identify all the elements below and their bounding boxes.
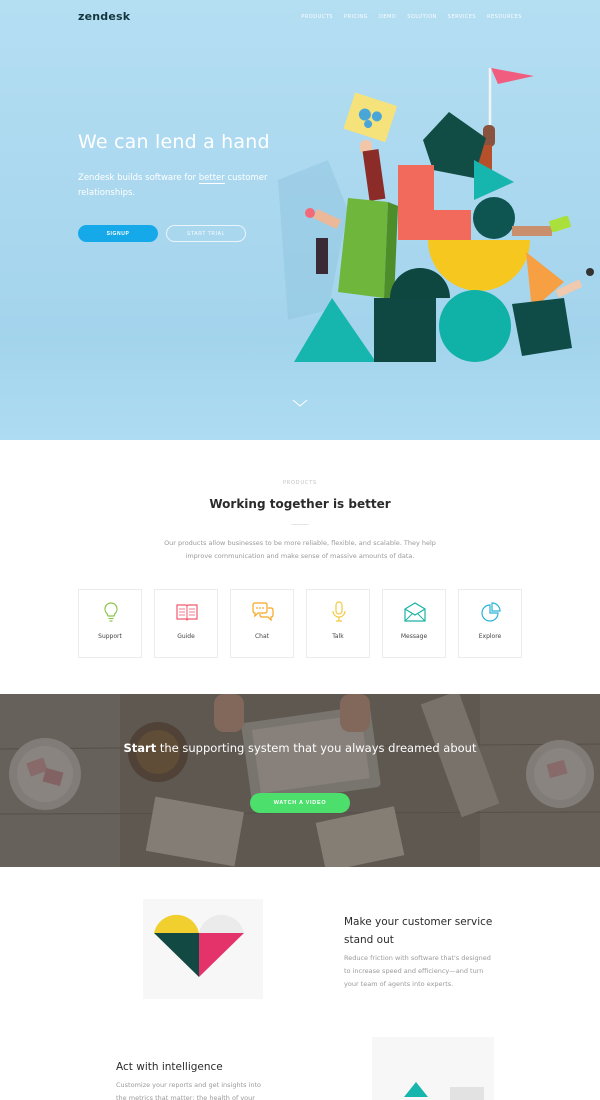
top-nav: zendesk PRODUCTS PRICING DEMO SOLUTION S… [0,0,600,34]
hero-subtitle: Zendesk builds software for better custo… [78,171,288,201]
pie-chart-icon [481,602,501,622]
nav-item-solution[interactable]: SOLUTION [407,14,437,20]
title-divider [291,524,309,525]
product-card-message[interactable]: Message [382,589,446,658]
products-section: PRODUCTS Working together is better Our … [0,440,600,694]
start-trial-button[interactable]: START TRIAL [166,225,246,242]
banner-background-photo [0,694,600,867]
hero-subtitle-start: Zendesk builds software for [78,173,199,183]
feature1-title: Make your customer service stand out [344,916,493,946]
logo[interactable]: zendesk [78,10,130,23]
heart-illustration [154,914,244,977]
book-icon [176,604,198,621]
nav-item-demo[interactable]: DEMO [379,14,396,20]
hero-section: zendesk PRODUCTS PRICING DEMO SOLUTION S… [0,0,600,440]
analytics-illustration-box [372,1037,494,1100]
product-card-support[interactable]: Support [78,589,142,658]
lightbulb-icon [104,602,118,622]
hero-title: We can lend a hand [78,131,270,153]
product-label: Explore [478,633,502,640]
product-label: Guide [177,633,195,640]
products-eyebrow: PRODUCTS [282,480,318,486]
banner-text: the supporting system that you always dr… [156,741,477,755]
video-banner: Start the supporting system that you alw… [0,694,600,867]
nav-item-services[interactable]: SERVICES [448,14,476,20]
nav-item-resources[interactable]: RESOURCES [487,14,522,20]
banner-headline: Start the supporting system that you alw… [0,741,600,755]
analytics-illustration [404,1082,484,1100]
product-card-chat[interactable]: Chat [230,589,294,658]
microphone-icon [332,601,346,622]
chat-bubbles-icon [252,602,274,622]
nav-item-pricing[interactable]: PRICING [344,14,368,20]
product-cards: Support Guide Chat Talk Message Explore [78,589,522,658]
product-label: Support [98,633,122,640]
product-label: Message [400,633,428,640]
product-label: Talk [332,633,344,640]
feature1-description: Reduce friction with software that's des… [344,954,491,988]
envelope-icon [404,602,426,622]
feature2-title: Act with intelligence [116,1061,223,1073]
signup-button[interactable]: SIGNUP [78,225,158,242]
banner-emphasis: Start [123,741,157,755]
watch-video-button[interactable]: WATCH A VIDEO [250,793,350,813]
nav-links: PRODUCTS PRICING DEMO SOLUTION SERVICES … [301,14,522,20]
product-label: Chat [254,633,270,640]
product-card-talk[interactable]: Talk [306,589,370,658]
nav-item-products[interactable]: PRODUCTS [301,14,333,20]
feature-customer-service: Make your customer service stand out Red… [0,867,600,1027]
products-title: Working together is better [209,497,391,511]
blocks-illustration [278,68,594,362]
feature-intelligence: Act with intelligence Customize your rep… [0,1027,600,1100]
product-card-guide[interactable]: Guide [154,589,218,658]
product-card-explore[interactable]: Explore [458,589,522,658]
heart-illustration-box [143,899,263,999]
hero-subtitle-emphasis: better [198,173,225,184]
feature2-description: Customize your reports and get insights … [116,1081,262,1100]
products-description: Our products allow businesses to be more… [164,539,436,560]
scroll-down-icon[interactable] [292,398,308,408]
